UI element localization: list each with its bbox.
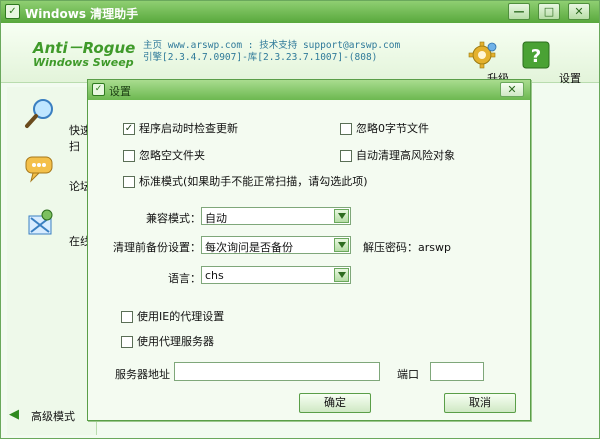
svg-text:?: ? (531, 46, 541, 67)
sidebar-item-online[interactable]: 在线 (11, 204, 97, 254)
option-label: 程序启动时检查更新 (139, 122, 238, 135)
logo: Anti－Rogue Windows Sweep (33, 37, 135, 69)
logo-line2: Windows Sweep (33, 56, 134, 69)
checkbox[interactable] (340, 123, 352, 135)
arrow-left-icon: ◀ (9, 407, 19, 422)
help-icon: ? (521, 41, 551, 69)
sidebar: 快速扫 论坛 在线 ◀ 高级模式 (7, 87, 97, 435)
port-input[interactable] (430, 362, 484, 381)
option-label: 忽略空文件夹 (139, 149, 205, 162)
option-label: 使用IE的代理设置 (137, 310, 225, 323)
info-line1: 主页 www.arswp.com : 技术支持 support@arswp.co… (143, 40, 401, 51)
option-label: 自动清理高风险对象 (356, 149, 455, 162)
checkbox[interactable] (123, 150, 135, 162)
dialog-title-bar[interactable]: ✓ 设置 ✕ (88, 80, 530, 100)
maximize-button[interactable]: □ (538, 3, 560, 20)
title-bar[interactable]: ✓ Windows 清理助手 — □ ✕ (1, 1, 599, 23)
settings-dialog: ✓ 设置 ✕ ✓ 程序启动时检查更新 忽略0字节文件 忽略空文件夹 自动清理高风… (87, 79, 531, 421)
server-address-input[interactable] (174, 362, 380, 381)
compat-mode-label: 兼容模式： (146, 212, 201, 225)
cancel-button[interactable]: 取消 (444, 393, 516, 413)
option-label: 使用代理服务器 (137, 335, 214, 348)
checkbox[interactable] (340, 150, 352, 162)
port-label: 端口 (397, 368, 419, 381)
option-label: 标准模式(如果助手不能正常扫描，请勾选此项) (139, 175, 368, 188)
select-value: 每次询问是否备份 (205, 241, 293, 254)
chat-bubble-icon (23, 153, 59, 185)
minimize-button[interactable]: — (508, 3, 530, 20)
gear-icon (468, 41, 498, 69)
chevron-down-icon[interactable] (334, 268, 349, 282)
online-icon (23, 208, 59, 240)
sidebar-item-quick-scan[interactable]: 快速扫 (11, 93, 97, 153)
select-value: chs (205, 269, 224, 282)
app-icon: ✓ (5, 4, 20, 19)
dialog-title: 设置 (109, 85, 131, 98)
dialog-close-button[interactable]: ✕ (500, 82, 524, 97)
window-title: Windows 清理助手 (25, 7, 139, 21)
chevron-down-icon[interactable] (334, 238, 349, 252)
backup-select[interactable]: 每次询问是否备份 (201, 236, 351, 254)
compat-mode-select[interactable]: 自动 (201, 207, 351, 225)
chevron-down-icon[interactable] (334, 209, 349, 223)
header: Anti－Rogue Windows Sweep 主页 www.arswp.co… (1, 23, 599, 85)
option-label: 忽略0字节文件 (356, 122, 429, 135)
logo-line1: Anti－Rogue (33, 39, 136, 57)
magnifier-icon (23, 97, 59, 129)
sidebar-item-forum[interactable]: 论坛 (11, 149, 97, 199)
language-select[interactable]: chs (201, 266, 351, 284)
unzip-password: 解压密码：arswp (363, 241, 451, 254)
checkbox[interactable] (121, 336, 133, 348)
advanced-mode-link[interactable]: ◀ 高级模式 (9, 407, 75, 424)
dialog-app-icon: ✓ (92, 83, 105, 96)
checkbox[interactable]: ✓ (123, 123, 135, 135)
advanced-mode-label: 高级模式 (31, 410, 75, 423)
info-line2: 引擎[2.3.4.7.0907]-库[2.3.23.7.1007]-(808) (143, 52, 378, 63)
close-button[interactable]: ✕ (568, 3, 590, 20)
info-text: 主页 www.arswp.com : 技术支持 support@arswp.co… (143, 40, 400, 64)
ok-button[interactable]: 确定 (299, 393, 371, 413)
server-address-label: 服务器地址 (115, 368, 170, 381)
select-value: 自动 (205, 212, 227, 225)
checkbox[interactable] (121, 311, 133, 323)
backup-label: 清理前备份设置： (113, 241, 201, 254)
language-label: 语言： (168, 272, 201, 285)
checkbox[interactable] (123, 176, 135, 188)
